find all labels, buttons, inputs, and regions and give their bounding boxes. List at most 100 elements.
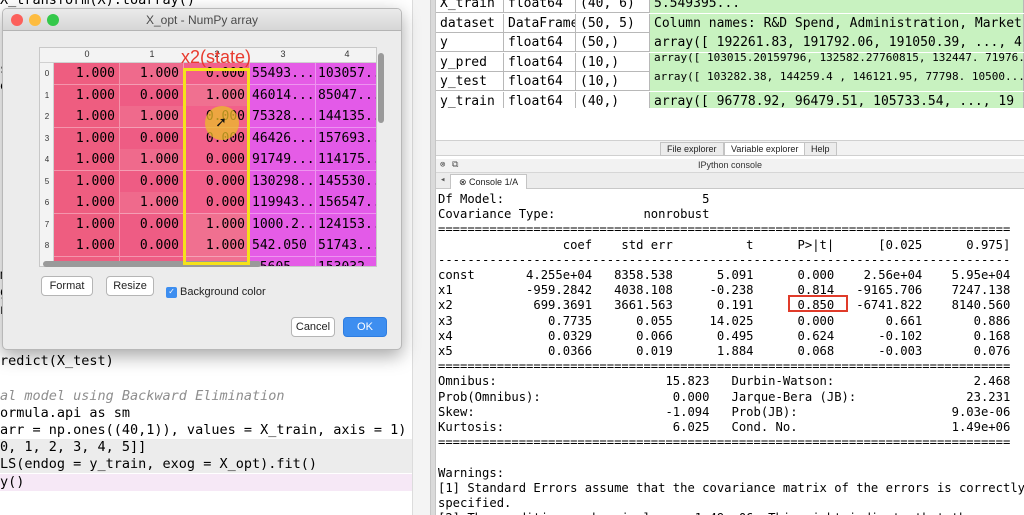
code-line[interactable]: y() bbox=[0, 473, 412, 491]
variable-type: float64 bbox=[504, 0, 576, 13]
array-cell[interactable]: 1.000 bbox=[54, 192, 120, 214]
array-cell[interactable]: 46014.... bbox=[250, 84, 316, 107]
variable-name: y bbox=[436, 33, 504, 52]
console-line: ========================================… bbox=[438, 222, 1011, 237]
array-cell[interactable]: 0.000 bbox=[184, 170, 250, 193]
grid-vertical-scroll-thumb[interactable] bbox=[378, 53, 384, 123]
array-cell[interactable]: 0.000 bbox=[184, 192, 250, 214]
variable-value: array([ 96778.92, 96479.51, 105733.54, .… bbox=[650, 91, 1024, 108]
array-cell[interactable]: 1.000 bbox=[54, 63, 120, 85]
variable-row[interactable]: y_test float64 (10,) array([ 103282.38, 144… bbox=[436, 72, 1024, 91]
variable-row[interactable]: dataset DataFrame (50, 5) Column names: R&D… bbox=[436, 13, 1024, 33]
variable-row[interactable]: y_train float64 (40,) array([ 96778.92, 964… bbox=[436, 91, 1024, 108]
code-line[interactable]: al model using Backward Elimination bbox=[0, 388, 284, 405]
row-header[interactable]: 6 bbox=[40, 192, 54, 214]
array-cell[interactable]: 51743.... bbox=[316, 235, 376, 257]
variable-row[interactable]: y_pred float64 (10,) array([ 103015.2015979… bbox=[436, 52, 1024, 72]
variable-name: y_pred bbox=[436, 52, 504, 72]
array-cell[interactable]: 1.000 bbox=[54, 170, 120, 193]
console-line: Prob(Omnibus): 0.000 Jarque-Bera (JB): 2… bbox=[438, 389, 1011, 404]
variable-type: float64 bbox=[504, 72, 576, 91]
editor-vertical-scrollbar[interactable] bbox=[412, 0, 430, 515]
array-cell[interactable]: 1.000 bbox=[184, 235, 250, 257]
array-cell[interactable]: 157693... bbox=[316, 127, 376, 150]
console-tab-close-icon[interactable]: ⊗ bbox=[459, 177, 469, 187]
cancel-button[interactable]: Cancel bbox=[291, 317, 335, 337]
dialog-titlebar[interactable]: X_opt - NumPy array bbox=[3, 9, 401, 31]
array-cell[interactable]: 1.000 bbox=[54, 149, 120, 171]
numpy-array-dialog: X_opt - NumPy array 01234 0123456789 1.0… bbox=[2, 8, 402, 350]
array-cell[interactable]: 156547... bbox=[316, 192, 376, 214]
array-cell[interactable]: 1.000 bbox=[184, 213, 250, 236]
dialog-title: X_opt - NumPy array bbox=[145, 13, 259, 27]
array-cell[interactable]: 124153... bbox=[316, 213, 376, 236]
ipython-console-titlebar: ⊗ ⧉ IPython console bbox=[436, 159, 1024, 173]
array-cell[interactable]: 46426.... bbox=[250, 127, 316, 150]
row-header[interactable]: 8 bbox=[40, 235, 54, 257]
row-header[interactable]: 4 bbox=[40, 149, 54, 171]
array-cell[interactable]: 1000.2... bbox=[250, 213, 316, 236]
row-header-column: 0123456789 bbox=[40, 63, 54, 266]
array-cell[interactable]: 114175... bbox=[316, 149, 376, 171]
code-line[interactable]: arr = np.ones((40,1)), values = X_train,… bbox=[0, 422, 406, 439]
row-header[interactable]: 0 bbox=[40, 63, 54, 85]
array-cell[interactable]: 130298... bbox=[250, 170, 316, 193]
ipython-console-output[interactable]: Df Model: 5 Covariance Type: nonrobust ===… bbox=[436, 189, 1024, 515]
array-cell[interactable]: 0.000 bbox=[120, 235, 184, 257]
code-line[interactable]: LS(endog = y_train, exog = X_opt).fit() bbox=[0, 456, 412, 474]
code-line[interactable]: redict(X_test) bbox=[0, 353, 114, 370]
format-button[interactable]: Format bbox=[41, 276, 93, 296]
array-cell[interactable]: 1.000 bbox=[54, 84, 120, 107]
row-header[interactable]: 7 bbox=[40, 214, 54, 236]
row-header[interactable]: 2 bbox=[40, 106, 54, 128]
array-cell[interactable]: 1.000 bbox=[120, 63, 184, 85]
row-header[interactable]: 3 bbox=[40, 128, 54, 150]
array-cell[interactable]: 0.000 bbox=[120, 213, 184, 236]
tab-variable-explorer[interactable]: Variable explorer bbox=[724, 142, 806, 156]
array-cell[interactable]: 85047.... bbox=[316, 84, 376, 107]
array-grid[interactable]: 01234 0123456789 1.0001.0000.00055493...… bbox=[39, 47, 377, 267]
background-color-checkbox[interactable]: ✓ bbox=[166, 287, 177, 298]
console-line: specified. bbox=[438, 496, 512, 510]
variable-row[interactable]: X_train float64 (40, 6) 5.549395... bbox=[436, 0, 1024, 13]
array-cell[interactable]: 1.000 bbox=[120, 106, 184, 128]
row-header[interactable]: 1 bbox=[40, 85, 54, 107]
array-cell[interactable]: 1.000 bbox=[54, 127, 120, 150]
resize-button[interactable]: Resize bbox=[106, 276, 154, 296]
pane-tab-bar: File explorer Variable explorer Help bbox=[436, 140, 1024, 156]
array-cell[interactable]: 1.000 bbox=[54, 106, 120, 128]
column-header[interactable]: 1 bbox=[120, 49, 184, 59]
array-cell[interactable]: 91749.... bbox=[250, 149, 316, 171]
array-cell[interactable]: 1.000 bbox=[184, 84, 250, 107]
row-header[interactable]: 5 bbox=[40, 171, 54, 193]
column-header[interactable]: 0 bbox=[54, 49, 120, 59]
grid-horizontal-scroll-thumb[interactable] bbox=[43, 261, 261, 267]
array-cell[interactable]: 0.000 bbox=[120, 170, 184, 193]
tab-file-explorer[interactable]: File explorer bbox=[660, 142, 724, 156]
array-cell[interactable]: 1.000 bbox=[54, 235, 120, 257]
code-line[interactable]: ormula.api as sm bbox=[0, 405, 130, 422]
array-cell[interactable]: 55493.... bbox=[250, 63, 316, 85]
array-cell[interactable]: 1.000 bbox=[120, 149, 184, 171]
array-cell[interactable]: 103057... bbox=[316, 63, 376, 85]
array-cell[interactable]: 119943... bbox=[250, 192, 316, 214]
code-line[interactable]: 0, 1, 2, 3, 4, 5]] bbox=[0, 439, 412, 457]
column-header[interactable]: 3 bbox=[250, 49, 316, 59]
array-cell[interactable]: 145530... bbox=[316, 170, 376, 193]
array-cell[interactable]: 1.000 bbox=[54, 213, 120, 236]
console-tab-arrow-icon[interactable]: ◂ bbox=[440, 175, 445, 185]
array-cell[interactable]: 542.050 bbox=[250, 235, 316, 257]
array-cell[interactable]: 0.000 bbox=[120, 127, 184, 150]
tab-console-1a[interactable]: ⊗ Console 1/A bbox=[450, 174, 528, 189]
array-cell[interactable]: 75328.... bbox=[250, 106, 316, 128]
array-cell[interactable]: 0.000 bbox=[184, 149, 250, 171]
array-cell[interactable]: 153032... bbox=[316, 256, 376, 266]
array-cell[interactable]: 0.000 bbox=[120, 84, 184, 107]
array-cell[interactable]: 144135... bbox=[316, 106, 376, 128]
ok-button[interactable]: OK bbox=[343, 317, 387, 337]
tab-help[interactable]: Help bbox=[804, 142, 837, 156]
grid-vertical-scrollbar[interactable] bbox=[377, 49, 385, 265]
array-cell[interactable]: 1.000 bbox=[120, 192, 184, 214]
column-header[interactable]: 4 bbox=[316, 49, 376, 59]
variable-row[interactable]: y float64 (50,) array([ 192261.83, 191792.0… bbox=[436, 33, 1024, 52]
